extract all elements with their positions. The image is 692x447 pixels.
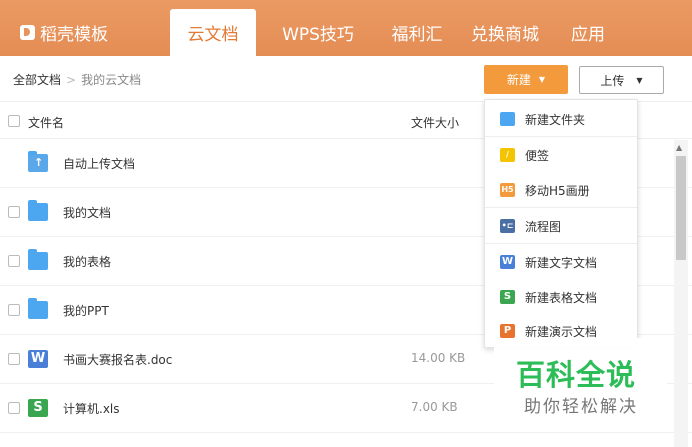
tab-apps[interactable]: 应用 [555, 9, 621, 56]
new-button-label: 新建 [506, 73, 531, 87]
writer-doc-icon: W [500, 255, 515, 269]
menu-item-label: 新建文件夹 [525, 113, 586, 127]
caret-down-icon: ▼ [636, 75, 643, 85]
tab-benefits[interactable]: 福利汇 [377, 9, 457, 56]
presentation-icon: P [500, 324, 515, 338]
file-name[interactable]: 书画大赛报名表.doc [63, 351, 172, 368]
upload-button[interactable]: 上传 ▼ [579, 66, 664, 94]
file-name[interactable]: 我的PPT [63, 302, 109, 319]
tab-label: 应用 [571, 25, 605, 45]
menu-item-label: 便签 [525, 149, 550, 163]
menu-item-new-spreadsheet[interactable]: S 新建表格文档 [485, 279, 637, 314]
file-name[interactable]: 我的表格 [63, 253, 111, 270]
column-header-name[interactable]: 文件名 [28, 114, 64, 131]
column-header-size[interactable]: 文件大小 [411, 114, 459, 131]
tab-label: 兑换商城 [471, 25, 539, 45]
folder-icon [28, 200, 48, 221]
folder-icon [28, 298, 48, 319]
menu-item-flowchart[interactable]: •⊏ 流程图 [485, 208, 637, 243]
menu-item-label: 新建文字文档 [525, 256, 598, 270]
daoke-logo-icon [20, 25, 35, 40]
row-checkbox[interactable] [8, 304, 20, 316]
tab-daoke-templates[interactable]: 稻壳模板 [0, 9, 128, 56]
file-size: 7.00 KB [411, 400, 458, 414]
breadcrumb-root[interactable]: 全部文档 [13, 73, 61, 87]
watermark-subtitle: 助你轻松解决 [524, 397, 638, 417]
upload-button-label: 上传 [600, 73, 625, 88]
scroll-up-arrow-icon[interactable]: ▲ [676, 143, 682, 152]
menu-item-note[interactable]: / 便签 [485, 137, 637, 172]
folder-icon [500, 112, 515, 126]
breadcrumb-current: 我的云文档 [81, 73, 142, 87]
h5-icon: H5 [500, 183, 515, 197]
menu-item-h5-album[interactable]: H5 移动H5画册 [485, 172, 637, 207]
file-name[interactable]: 自动上传文档 [63, 155, 135, 172]
row-checkbox[interactable] [8, 255, 20, 267]
row-checkbox[interactable] [8, 206, 20, 218]
menu-item-label: 流程图 [525, 220, 562, 234]
tab-label: WPS技巧 [282, 25, 354, 45]
menu-item-label: 移动H5画册 [525, 184, 590, 198]
tab-label: 云文档 [187, 25, 239, 45]
flowchart-icon: •⊏ [500, 219, 515, 233]
upload-folder-icon: ↑ [28, 151, 48, 172]
menu-item-label: 新建表格文档 [525, 291, 598, 305]
folder-icon [28, 249, 48, 270]
caret-down-icon: ▼ [538, 75, 546, 84]
file-size: 14.00 KB [411, 351, 466, 365]
row-checkbox[interactable] [8, 353, 20, 365]
file-name[interactable]: 计算机.xls [63, 400, 120, 417]
menu-item-new-writer-doc[interactable]: W 新建文字文档 [485, 244, 637, 279]
tab-wps-tips[interactable]: WPS技巧 [259, 9, 377, 56]
tab-label: 稻壳模板 [40, 25, 108, 45]
note-icon: / [500, 148, 515, 162]
menu-item-new-folder[interactable]: 新建文件夹 [485, 101, 637, 136]
new-dropdown-menu: 新建文件夹 / 便签 H5 移动H5画册 •⊏ 流程图 W 新建文字文档 S 新… [484, 99, 638, 348]
breadcrumb-separator: > [66, 73, 77, 87]
scrollbar-thumb[interactable] [676, 156, 686, 260]
watermark-title: 百科全说 [516, 358, 637, 392]
tab-label: 福利汇 [391, 25, 443, 45]
file-name[interactable]: 我的文档 [63, 204, 111, 221]
tab-redeem-shop[interactable]: 兑换商城 [459, 9, 551, 56]
breadcrumb: 全部文档 > 我的云文档 [13, 71, 141, 88]
tab-cloud-docs[interactable]: 云文档 [170, 9, 256, 56]
spreadsheet-doc-icon: S [28, 399, 48, 417]
select-all-checkbox[interactable] [8, 115, 20, 127]
top-nav: 稻壳模板 云文档 WPS技巧 福利汇 兑换商城 应用 [0, 0, 692, 56]
new-button[interactable]: 新建 ▼ [484, 65, 568, 94]
word-doc-icon: W [28, 350, 48, 368]
row-checkbox[interactable] [8, 402, 20, 414]
spreadsheet-icon: S [500, 290, 515, 304]
